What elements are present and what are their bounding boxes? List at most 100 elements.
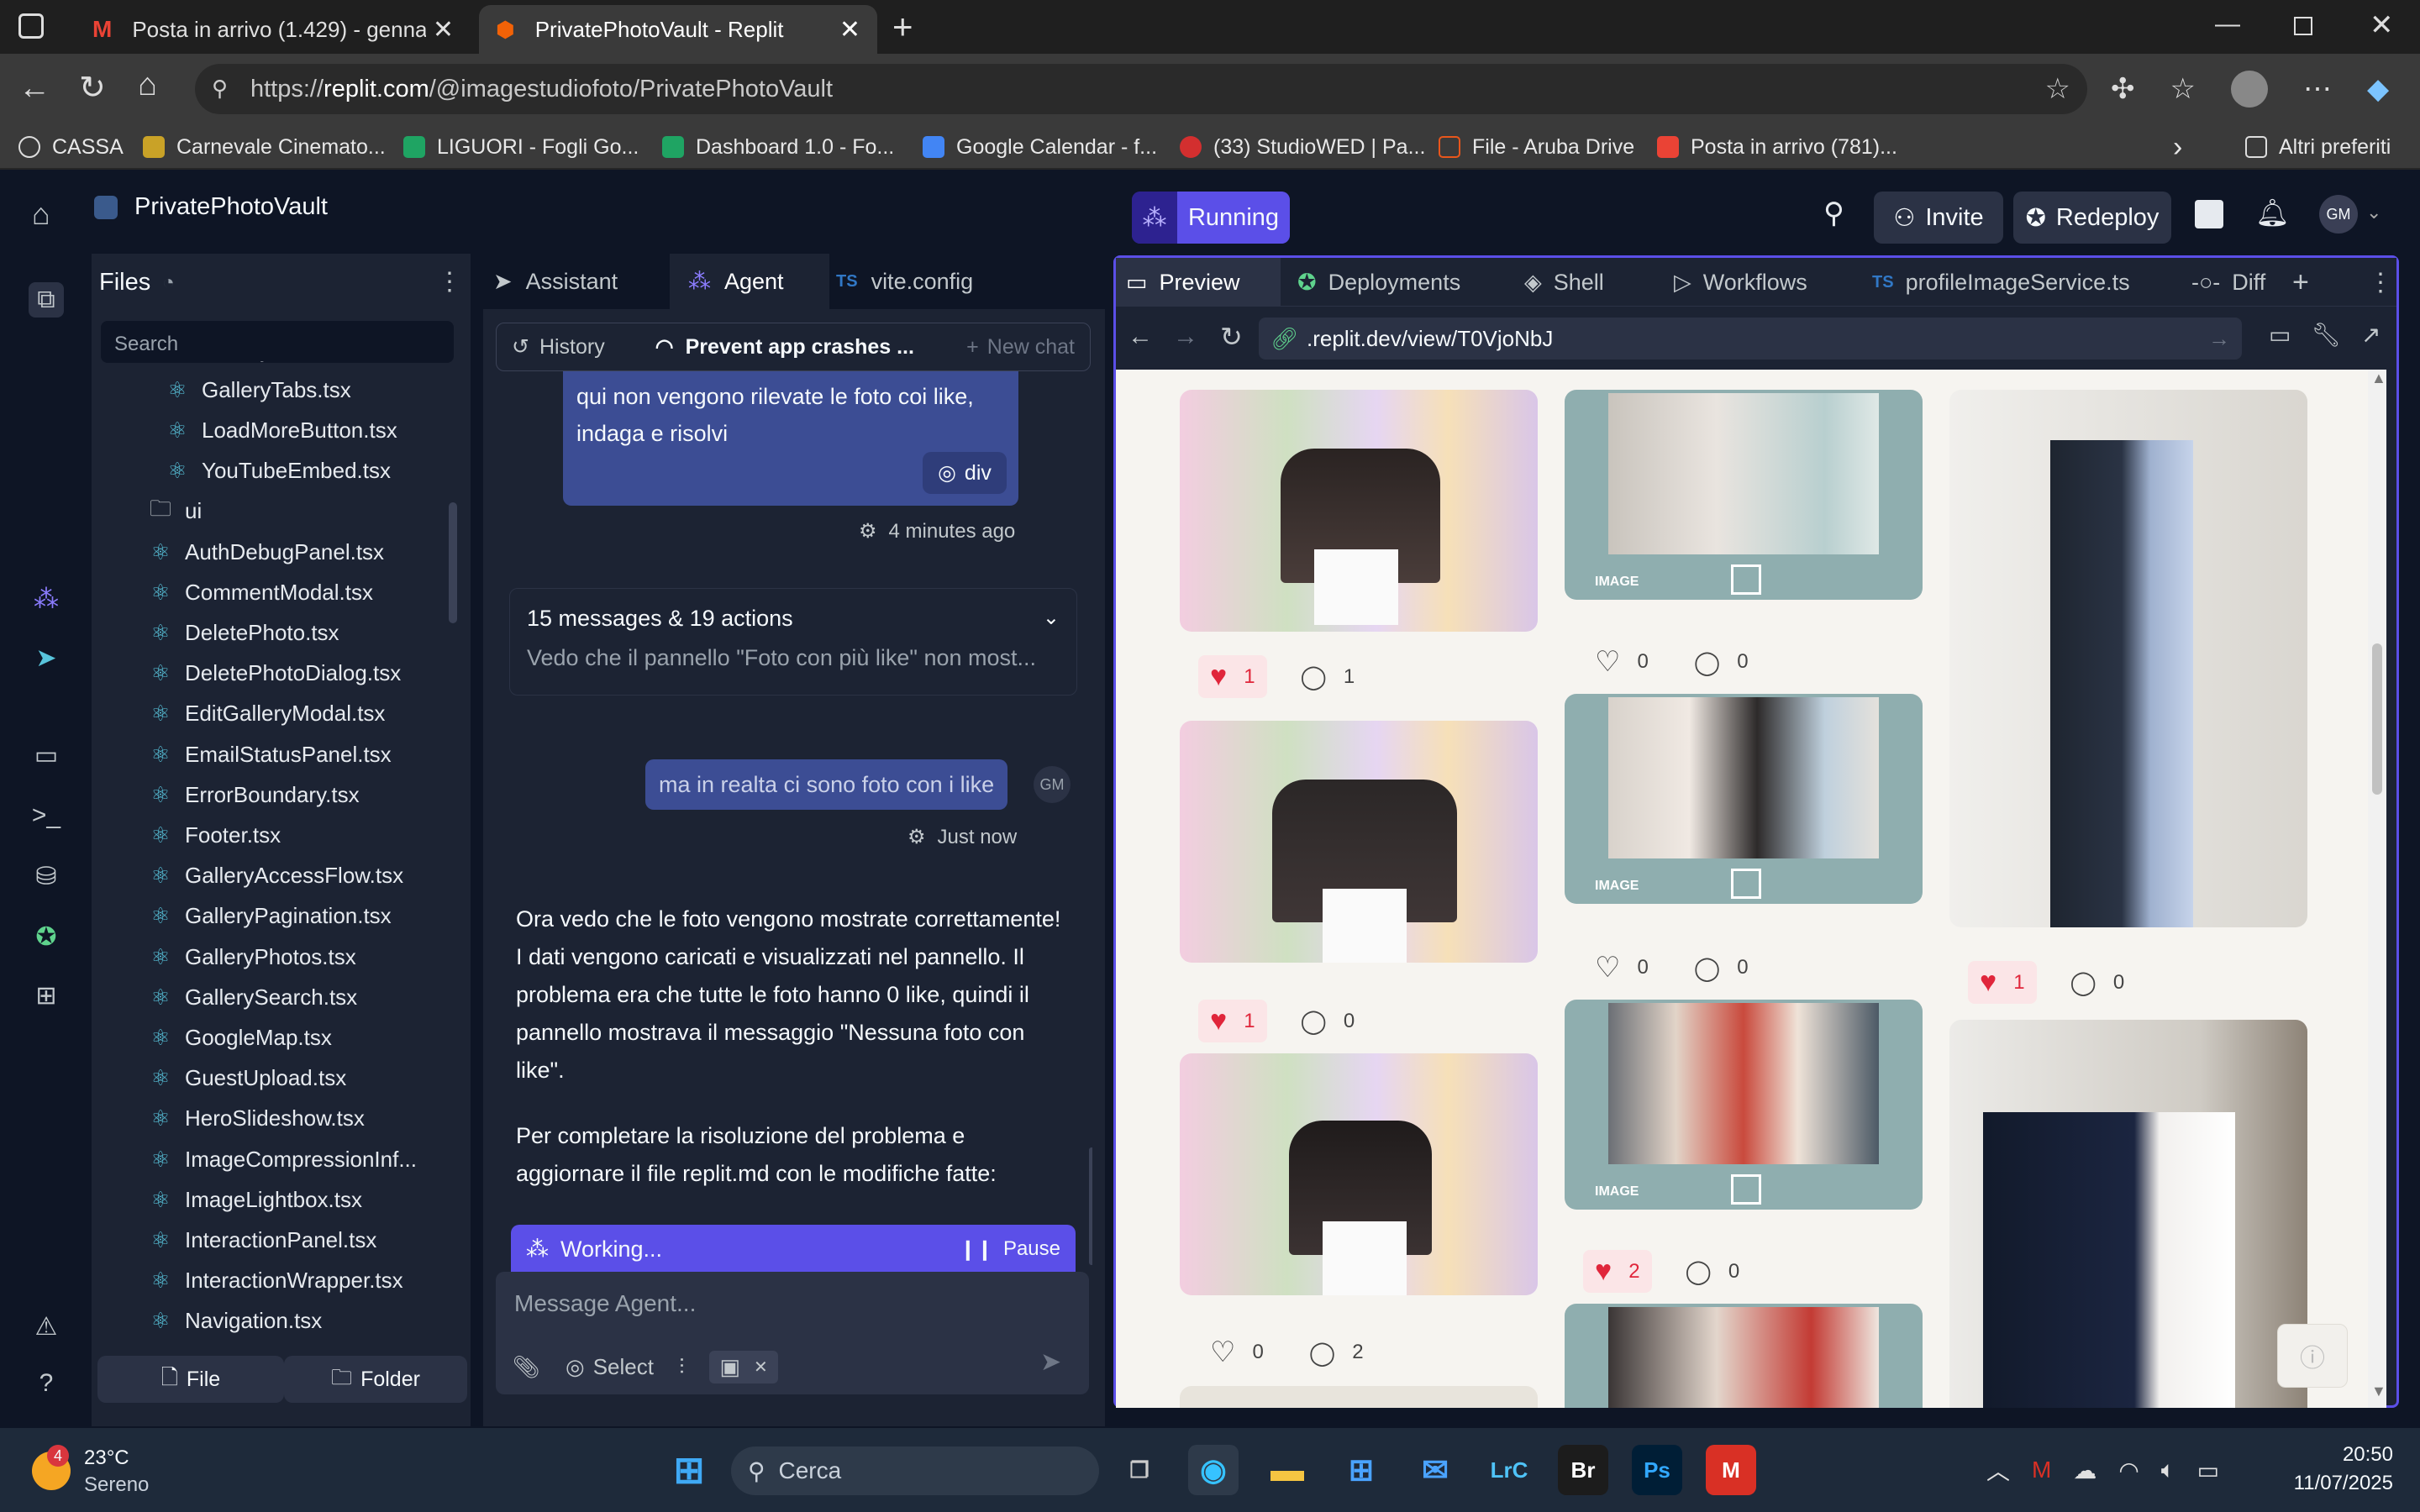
redeploy-button[interactable]: ✪ Redeploy: [2013, 192, 2171, 244]
gmail-tray-icon[interactable]: M: [2032, 1457, 2051, 1483]
more-menu-icon[interactable]: ⋯: [2303, 72, 2332, 106]
new-file-button[interactable]: 🗋︎ File: [97, 1356, 284, 1403]
bookmark-liguori[interactable]: LIGUORI - Fogli Go...: [403, 126, 639, 168]
close-window-button[interactable]: ✕: [2370, 8, 2394, 42]
file-item[interactable]: ⚛ HeroSlideshow.tsx: [148, 1099, 365, 1139]
profile-avatar[interactable]: [2230, 71, 2268, 108]
file-item[interactable]: ⚛ CommentModal.tsx: [148, 572, 373, 612]
photo-card[interactable]: IMAGE: [1565, 694, 1923, 904]
comment-button[interactable]: ◯ 0: [1301, 1007, 1355, 1035]
wifi-icon[interactable]: ◠: [2118, 1457, 2139, 1484]
run-status-button[interactable]: ⁂ Running: [1132, 192, 1290, 244]
close-icon[interactable]: ✕: [433, 15, 454, 45]
edge-icon[interactable]: ◉: [1188, 1445, 1239, 1495]
more-menu-icon[interactable]: ⋮: [2368, 258, 2393, 307]
battery-icon[interactable]: ▭: [2197, 1457, 2219, 1484]
tab-shell[interactable]: ◈ Shell: [1524, 258, 1604, 307]
like-button[interactable]: ♥ 1: [1198, 655, 1267, 698]
photo-card[interactable]: [1180, 1386, 1538, 1408]
back-icon[interactable]: ←: [18, 71, 50, 107]
context-chip[interactable]: ▣ ✕: [709, 1351, 778, 1383]
copilot-icon[interactable]: ◆: [2367, 72, 2389, 106]
file-item[interactable]: ⚛ LoadMoreButton.tsx: [165, 410, 397, 450]
shell-tool-icon[interactable]: >_: [29, 798, 64, 833]
comment-button[interactable]: ◯ 2: [1309, 1339, 1364, 1367]
explorer-icon[interactable]: ▬: [1262, 1445, 1313, 1495]
help-icon[interactable]: ?: [29, 1366, 64, 1401]
start-icon[interactable]: ⊞: [664, 1445, 714, 1495]
like-button[interactable]: ♥ 1: [1968, 961, 2037, 1004]
tab-actions-icon[interactable]: [18, 13, 44, 39]
bookmark-carnevale[interactable]: Carnevale Cinemato...: [143, 126, 386, 168]
bookmark-aruba[interactable]: File - Aruba Drive: [1439, 126, 1634, 168]
files-tool-icon[interactable]: ⧉: [29, 282, 64, 318]
comment-button[interactable]: ◯ 0: [1694, 954, 1749, 982]
agent-tool-icon[interactable]: ⁂: [29, 581, 64, 617]
bookmark-posta[interactable]: Posta in arrivo (781)...: [1657, 126, 1897, 168]
file-item[interactable]: ⚛ AuthDebugPanel.tsx: [148, 532, 384, 572]
search-icon[interactable]: ⚲: [1823, 197, 1844, 230]
tab-agent[interactable]: ⁂ Agent: [670, 254, 829, 309]
file-item[interactable]: ⚛ GalleryAccessFlow.tsx: [148, 856, 403, 896]
avatar[interactable]: GM: [2319, 195, 2358, 234]
message-input[interactable]: Message Agent...: [514, 1290, 696, 1317]
minimize-button[interactable]: —: [2215, 10, 2240, 39]
browser-tab-gmail[interactable]: M Posta in arrivo (1.429) - gennaro.m ✕: [76, 5, 471, 54]
like-button[interactable]: ♥ 1: [1198, 1000, 1267, 1042]
gallery-scrollbar[interactable]: ▲ ▼: [2368, 370, 2386, 1408]
select-element-button[interactable]: ◎ Select: [566, 1354, 654, 1380]
alerts-icon[interactable]: ⚠: [29, 1309, 64, 1344]
tab-vite-config[interactable]: TS vite.config: [836, 254, 1004, 309]
chevron-down-icon[interactable]: ⌄: [2366, 202, 2381, 223]
tab-assistant[interactable]: ➤ Assistant: [493, 254, 661, 309]
external-link-icon[interactable]: ↗: [2361, 321, 2381, 349]
all-tools-icon[interactable]: ⊞: [29, 978, 64, 1013]
forward-icon[interactable]: →: [1173, 323, 1198, 351]
chat-scrollbar[interactable]: [1089, 1147, 1092, 1265]
volume-icon[interactable]: 🔈︎: [2161, 1457, 2175, 1484]
file-item[interactable]: ⚛ GalleryPagination.tsx: [148, 896, 391, 937]
like-button[interactable]: ♡ 0: [1583, 946, 1660, 990]
clock-time[interactable]: 20:50: [2329, 1443, 2393, 1467]
favorites-icon[interactable]: ☆: [2170, 72, 2196, 106]
file-item[interactable]: ⚛ DeletePhotoDialog.tsx: [148, 654, 401, 694]
store-icon[interactable]: ⊞: [1336, 1445, 1386, 1495]
bookmark-studiowed[interactable]: (33) StudioWED | Pa...: [1180, 126, 1425, 168]
file-item[interactable]: ⚛ GuestUpload.tsx: [148, 1058, 346, 1099]
lightroom-icon[interactable]: LrC: [1484, 1445, 1534, 1495]
database-tool-icon[interactable]: ⛁: [29, 858, 64, 894]
close-icon[interactable]: ✕: [839, 15, 860, 45]
tree-scrollbar[interactable]: [449, 502, 457, 623]
restore-button[interactable]: [2294, 17, 2312, 35]
scroll-thumb[interactable]: [2372, 643, 2382, 795]
photo-card[interactable]: [1565, 1304, 1923, 1408]
bookmark-dashboard[interactable]: Dashboard 1.0 - Fo...: [662, 126, 894, 168]
file-item[interactable]: ⚛ GalleryTabs.tsx: [165, 370, 350, 410]
mail-icon[interactable]: ✉: [1410, 1445, 1460, 1495]
folder-item[interactable]: 🗀︎ ui: [148, 491, 202, 532]
photo-card[interactable]: IMAGE: [1565, 1000, 1923, 1210]
preview-tool-icon[interactable]: ▭: [29, 738, 64, 773]
actions-summary[interactable]: 15 messages & 19 actions Vedo che il pan…: [509, 588, 1077, 696]
tab-diff[interactable]: -○- Diff: [2191, 258, 2265, 307]
new-folder-button[interactable]: 🗀︎ Folder: [284, 1356, 467, 1403]
clock-date[interactable]: 11/07/2025: [2277, 1472, 2393, 1495]
back-icon[interactable]: ←: [1128, 323, 1153, 351]
comment-button[interactable]: ◯ 0: [2070, 969, 2125, 996]
preview-url-input[interactable]: 🔗︎ .replit.dev/view/T0VjoNbJ →: [1259, 318, 2242, 360]
element-tag-chip[interactable]: ◎ div: [923, 452, 1007, 494]
like-button[interactable]: ♡ 0: [1583, 640, 1660, 684]
favorite-star-icon[interactable]: ☆: [2045, 72, 2070, 106]
new-tab-button[interactable]: +: [892, 7, 913, 47]
new-chat-button[interactable]: + New chat: [966, 335, 1075, 360]
photo-card[interactable]: [1949, 1020, 2307, 1408]
files-search-input[interactable]: Search: [101, 321, 454, 363]
add-tab-icon[interactable]: +: [2292, 258, 2309, 307]
cloud-icon[interactable]: ☁: [2073, 1457, 2096, 1484]
reload-icon[interactable]: ↻: [79, 69, 106, 107]
tab-profile-image-service[interactable]: TS profileImageService.ts: [1872, 258, 2130, 307]
chat-title[interactable]: ◠ Prevent app crashes ...: [655, 334, 914, 360]
bell-icon[interactable]: 🔔︎: [2255, 197, 2290, 228]
attach-icon[interactable]: 📎︎: [513, 1354, 540, 1380]
extensions-icon[interactable]: ✣: [2111, 72, 2135, 106]
